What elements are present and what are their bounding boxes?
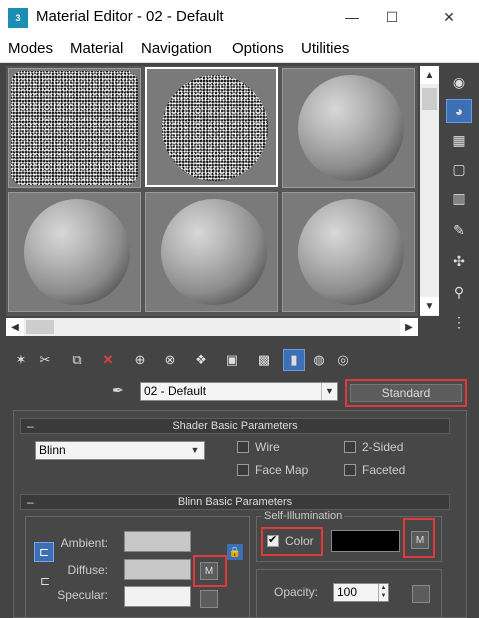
show-end-result-icon[interactable]: ▮	[283, 349, 305, 371]
specular-label: Specular:	[57, 588, 108, 602]
make-unique-icon[interactable]: ⊗	[159, 349, 181, 371]
go-to-parent-icon[interactable]: ◍	[308, 349, 330, 371]
put-material-icon[interactable]: ✂	[34, 349, 56, 371]
minimize-button[interactable]: —	[340, 6, 364, 28]
sphere-preview	[161, 199, 267, 305]
material-name-field[interactable]: 02 - Default ▼	[140, 382, 338, 401]
select-by-material-icon[interactable]: ⚲	[446, 280, 472, 304]
face-map-label: Face Map	[255, 463, 309, 477]
face-map-checkbox[interactable]	[237, 464, 249, 476]
background-icon[interactable]: ▦	[446, 128, 472, 152]
chevron-down-icon: ▼	[190, 445, 200, 455]
opacity-spinner[interactable]: 100 ▲ ▼	[333, 583, 389, 602]
close-button[interactable]: ✕	[437, 6, 461, 28]
options-icon[interactable]: ✣	[446, 249, 472, 273]
sample-uv-tiling-icon[interactable]: ▢	[446, 157, 472, 181]
window-title: Material Editor - 02 - Default	[36, 8, 224, 25]
faceted-label: Faceted	[362, 463, 406, 477]
maximize-button[interactable]: ☐	[380, 6, 404, 28]
shader-rollout-title: Shader Basic Parameters	[172, 420, 298, 432]
sphere-preview	[298, 75, 404, 181]
sample-slot-2[interactable]	[145, 67, 278, 187]
menu-options[interactable]: Options	[232, 40, 284, 57]
ambient-label: Ambient:	[60, 536, 108, 550]
sample-slot-1[interactable]	[8, 68, 141, 188]
backlight-icon[interactable]: ◕	[446, 99, 472, 123]
material-type-button-highlight: Standard	[345, 379, 467, 407]
make-copy-icon[interactable]: ⊕	[129, 349, 151, 371]
lock-icon[interactable]: 🔒	[227, 544, 243, 560]
sample-slots-panel	[6, 66, 418, 316]
wire-checkbox[interactable]	[237, 441, 249, 453]
ambient-color-swatch[interactable]	[124, 531, 191, 552]
scroll-up-arrow[interactable]: ▲	[420, 66, 439, 84]
scroll-down-arrow[interactable]: ▼	[420, 297, 439, 315]
show-map-in-viewport-icon[interactable]: ▩	[253, 349, 275, 371]
get-material-icon[interactable]: ✶	[10, 349, 32, 371]
self-illum-map-button[interactable]: M	[411, 531, 429, 549]
faceted-checkbox[interactable]	[344, 464, 356, 476]
self-illumination-caption: Self-Illumination	[262, 510, 345, 522]
scroll-left-arrow[interactable]: ◀	[6, 318, 24, 336]
chevron-down-icon[interactable]: ▼	[321, 383, 337, 400]
sample-slot-6[interactable]	[282, 192, 415, 312]
sphere-preview	[24, 199, 130, 305]
spinner-arrows-icon[interactable]: ▲ ▼	[378, 584, 388, 601]
material-name-row: ✒ 02 - Default ▼ Standard	[0, 378, 479, 408]
menu-navigation[interactable]: Navigation	[141, 40, 212, 57]
blinn-rollout-title: Blinn Basic Parameters	[177, 496, 293, 508]
menu-material[interactable]: Material	[70, 40, 123, 57]
self-illum-color-swatch[interactable]	[331, 530, 400, 552]
diffuse-label: Diffuse:	[67, 563, 108, 577]
assign-material-icon[interactable]: ⧉	[66, 349, 88, 371]
self-illum-color-checkbox[interactable]	[267, 533, 279, 547]
specular-color-swatch[interactable]	[124, 586, 191, 607]
shader-type-value: Blinn	[39, 443, 66, 457]
sample-slot-4[interactable]	[8, 192, 141, 312]
diffuse-map-button[interactable]: M	[200, 562, 218, 580]
opacity-value: 100	[337, 585, 358, 599]
scroll-right-arrow[interactable]: ▶	[400, 318, 418, 336]
scroll-thumb[interactable]	[26, 320, 54, 334]
video-color-check-icon[interactable]: ▥	[446, 186, 472, 210]
pick-material-eyedropper-icon[interactable]: ✒	[112, 382, 130, 400]
noise-sphere-preview	[162, 75, 268, 181]
side-toolbar: ◉ ◕ ▦ ▢ ▥ ✎ ✣ ⚲ ⋮	[442, 66, 479, 341]
shader-rollout-header[interactable]: – Shader Basic Parameters	[20, 418, 450, 434]
shader-type-dropdown[interactable]: Blinn ▼	[35, 441, 205, 460]
reset-map-icon[interactable]: ✕	[97, 349, 119, 371]
noise-preview	[11, 71, 138, 185]
diffuse-color-swatch[interactable]	[124, 559, 191, 580]
menu-modes[interactable]: Modes	[8, 40, 53, 57]
title-bar: 3 Material Editor - 02 - Default — ☐ ✕	[0, 0, 479, 36]
blinn-rollout-header[interactable]: – Blinn Basic Parameters	[20, 494, 450, 510]
sample-type-icon[interactable]: ◉	[446, 70, 472, 94]
sample-slot-5[interactable]	[145, 192, 278, 312]
two-sided-checkbox[interactable]	[344, 441, 356, 453]
specular-map-button[interactable]	[200, 590, 218, 608]
menu-utilities[interactable]: Utilities	[301, 40, 349, 57]
material-type-button[interactable]: Standard	[350, 384, 462, 402]
two-sided-label: 2-Sided	[362, 440, 404, 454]
material-name-value: 02 - Default	[144, 384, 207, 398]
put-to-library-icon[interactable]: ❖	[190, 349, 212, 371]
material-id-channel-icon[interactable]: ▣	[221, 349, 243, 371]
material-toolbar: ✶ ✂ ⧉ ✕ ⊕ ⊗ ❖ ▣ ▩ ▮ ◍ ◎	[0, 346, 479, 374]
slots-horizontal-scrollbar[interactable]: ◀ ▶	[6, 318, 418, 336]
sphere-preview	[298, 199, 404, 305]
menu-bar: Modes Material Navigation Options Utilit…	[0, 36, 479, 63]
opacity-map-button[interactable]	[412, 585, 430, 603]
slots-vertical-scrollbar[interactable]: ▲ ▼	[420, 66, 439, 316]
wire-label: Wire	[255, 440, 280, 454]
material-navigator-icon[interactable]: ⋮	[446, 310, 472, 334]
app-icon: 3	[8, 8, 28, 28]
sample-slot-3[interactable]	[282, 68, 415, 188]
go-forward-to-sibling-icon[interactable]: ◎	[332, 349, 354, 371]
make-preview-icon[interactable]: ✎	[446, 218, 472, 242]
self-illum-color-label: Color	[285, 534, 314, 548]
opacity-label: Opacity:	[273, 585, 318, 599]
scroll-thumb[interactable]	[422, 88, 437, 110]
